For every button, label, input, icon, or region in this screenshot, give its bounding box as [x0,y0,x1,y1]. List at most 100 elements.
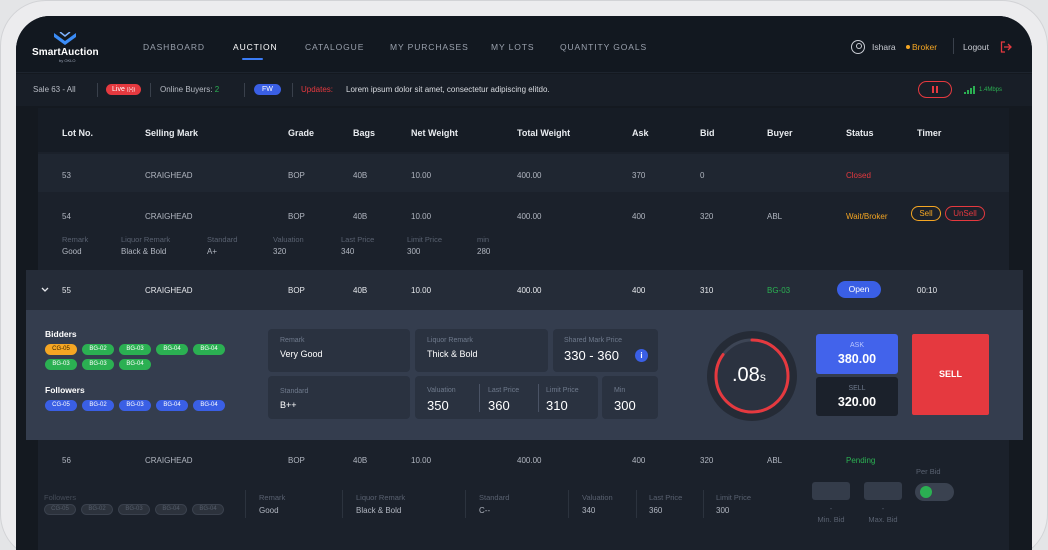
limit-price-value: 310 [546,398,568,413]
min-bid-label: Min. Bid [817,515,845,524]
shared-mark-price-card: Shared Mark Price 330 - 360 i [553,329,658,372]
net-weight: 10.00 [411,286,432,295]
follower-tag[interactable]: CG-05 [45,400,77,411]
col-ask[interactable]: Ask [632,128,649,138]
bidder-tag[interactable]: BG-03 [119,344,151,355]
follower-tag[interactable]: BG-04 [156,400,188,411]
bags: 40B [353,212,368,221]
table-row[interactable]: 53 CRAIGHEAD BOP 40B 10.00 400.00 370 0 … [38,154,1009,192]
divider [479,384,480,412]
col-lot-no[interactable]: Lot No. [62,128,93,138]
col-timer[interactable]: Timer [917,128,941,138]
col-buyer[interactable]: Buyer [767,128,793,138]
pause-icon-bar [936,86,938,93]
detail-min: 280 [477,247,491,256]
bidder-tag[interactable]: BG-04 [156,344,188,355]
detail-liquor: Black & Bold [121,247,167,256]
user-icon [851,40,865,54]
detail-limit-price: 300 [716,506,730,515]
table-row-expanded[interactable]: 55 CRAIGHEAD BOP 40B 10.00 400.00 400 31… [26,270,1023,310]
last-price-value: 360 [488,398,510,413]
ask: 400 [632,212,646,221]
bidder-tag[interactable]: BG-04 [193,344,225,355]
detail-label-remark: Remark [62,235,89,244]
liquor-value: Thick & Bold [427,349,478,359]
buyer: ABL [767,212,783,221]
total-weight: 400.00 [517,171,542,180]
follower-tag[interactable]: BG-04 [192,504,224,515]
bidder-tag[interactable]: BG-03 [45,359,77,370]
live-text: Live [112,86,125,93]
bidder-tag[interactable]: BG-02 [82,344,114,355]
user-role: Broker [906,42,937,52]
pause-button[interactable] [918,81,952,98]
fw-badge[interactable]: FW [254,84,281,95]
selling-mark: CRAIGHEAD [145,171,193,180]
total-weight: 400.00 [517,212,542,221]
detail-label-min: min [477,235,490,244]
liquor-remark-card: Liquor Remark Thick & Bold [415,329,548,372]
follower-tag[interactable]: BG-04 [155,504,187,515]
nav-dashboard[interactable]: DASHBOARD [143,42,205,52]
sell-price-box: SELL 320.00 [816,377,898,416]
nav-divider [953,38,954,54]
follower-tag[interactable]: CG-05 [44,504,76,515]
col-status[interactable]: Status [846,128,874,138]
col-selling-mark[interactable]: Selling Mark [145,128,198,138]
selling-mark: CRAIGHEAD [145,286,193,295]
detail-standard: A+ [207,247,218,256]
info-icon[interactable]: i [635,349,648,362]
min-bid-input[interactable] [812,482,850,500]
table-row[interactable]: 54 CRAIGHEAD BOP 40B 10.00 400.00 400 32… [38,194,1009,270]
updates-ticker: Lorem ipsum dolor sit amet, consectetur … [346,85,550,94]
col-total-weight[interactable]: Total Weight [517,128,570,138]
nav-catalogue[interactable]: CATALOGUE [305,42,364,52]
sale-label: Sale 63 - All [33,85,76,94]
sell-button[interactable]: Sell [911,206,941,221]
detail-label-liquor: Liquor Remark [356,493,406,502]
table-row[interactable]: 56 CRAIGHEAD BOP 40B 10.00 400.00 400 32… [38,442,1009,550]
divider [292,83,293,97]
follower-tag[interactable]: BG-03 [118,504,150,515]
chevron-down-icon[interactable] [41,287,49,293]
follower-tag[interactable]: BG-03 [119,400,151,411]
lot-no: 56 [62,456,71,465]
status-badge: Pending [846,456,876,465]
logout-icon[interactable] [1000,41,1012,53]
follower-tag[interactable]: BG-02 [81,504,113,515]
min-bid-value: - [829,504,833,513]
col-grade[interactable]: Grade [288,128,314,138]
sell-label: SELL [848,385,866,392]
detail-valuation: 340 [582,506,596,515]
sell-button[interactable]: SELL [912,334,989,415]
toggle-knob [920,486,932,498]
online-label: Online Buyers: [160,85,213,94]
max-bid-input[interactable] [864,482,902,500]
bidder-tag[interactable]: BG-03 [82,359,114,370]
follower-tag[interactable]: BG-04 [193,400,225,411]
bidder-tag[interactable]: BG-04 [119,359,151,370]
user-name[interactable]: Ishara [872,42,896,52]
nav-my-purchases[interactable]: MY PURCHASES [390,42,469,52]
nav-auction[interactable]: AUCTION [233,42,278,52]
nav-quantity-goals[interactable]: QUANTITY GOALS [560,42,647,52]
app-screen: SmartAuction by OKLO DASHBOARD AUCTION C… [16,16,1032,550]
per-bid-toggle[interactable] [915,483,954,501]
detail-label-liquor: Liquor Remark [121,235,171,244]
col-net-weight[interactable]: Net Weight [411,128,458,138]
active-nav-underline [242,58,263,60]
col-bags[interactable]: Bags [353,128,375,138]
unsell-button[interactable]: UnSell [945,206,985,221]
selling-mark: CRAIGHEAD [145,212,193,221]
detail-label-valuation: Valuation [273,235,304,244]
col-bid[interactable]: Bid [700,128,715,138]
detail-label-limit-price: Limit Price [407,235,443,244]
bid: 320 [700,212,714,221]
standard-card: Standard B++ [268,376,410,419]
follower-tag[interactable]: BG-02 [82,400,114,411]
min-label: Min [614,387,626,394]
logout-link[interactable]: Logout [963,42,989,52]
online-count: 2 [214,85,220,94]
bidder-tag[interactable]: CG-05 [45,344,77,355]
nav-my-lots[interactable]: MY LOTS [491,42,534,52]
